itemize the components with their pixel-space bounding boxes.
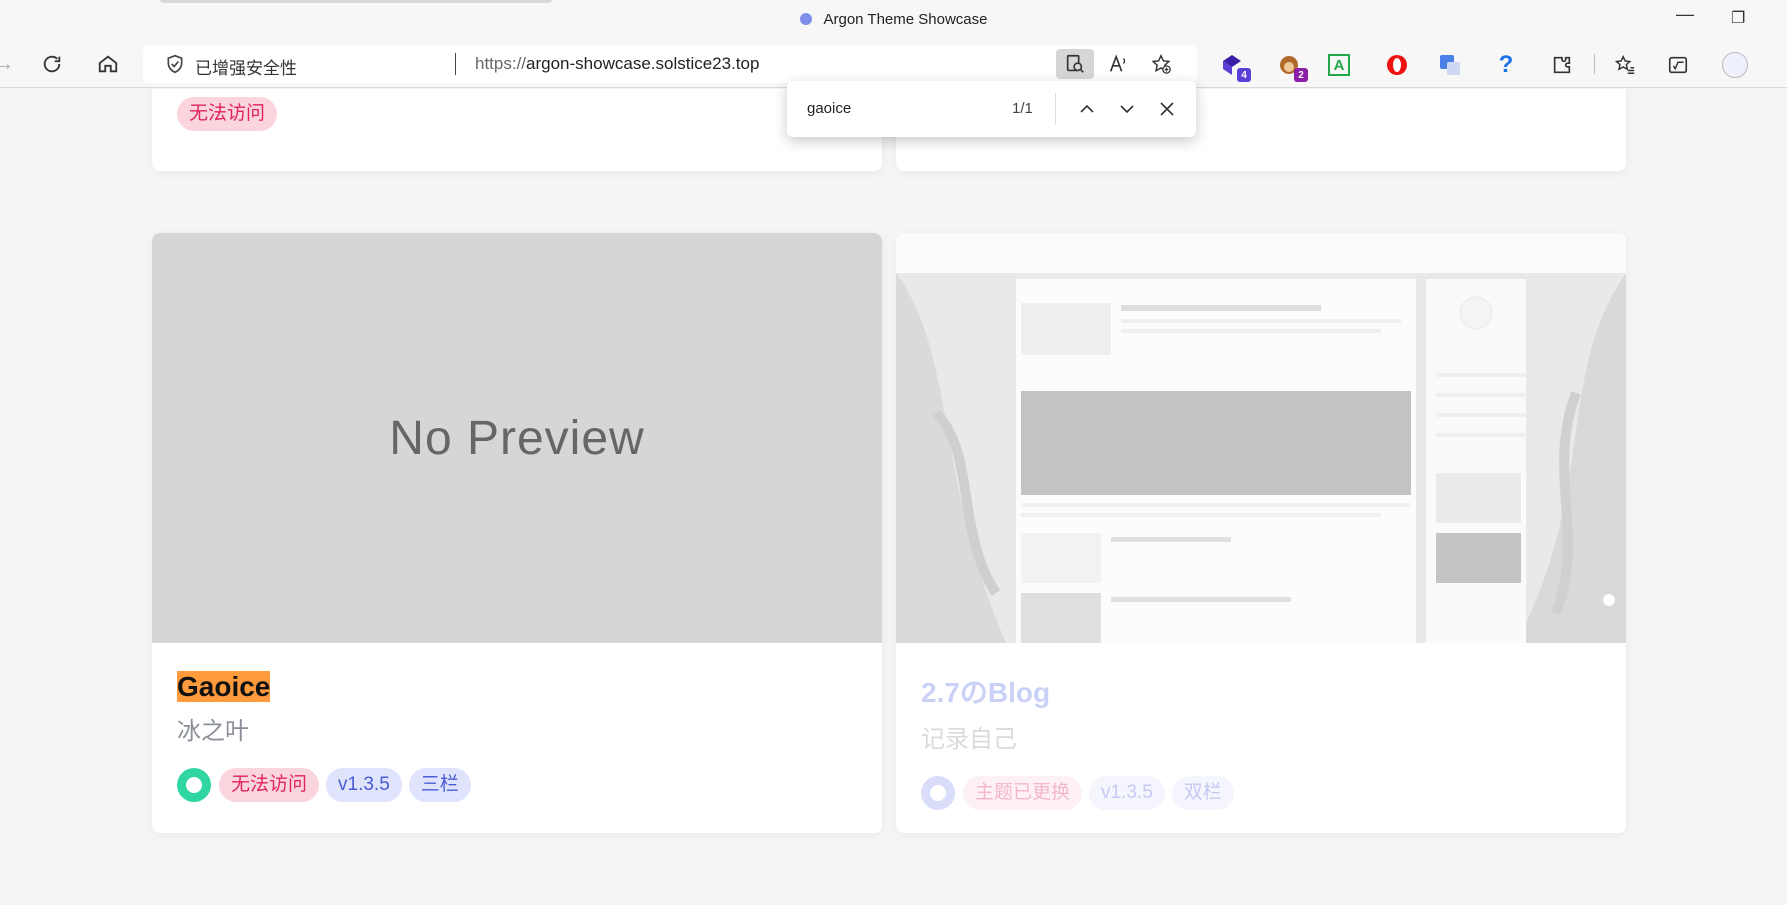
close-icon[interactable] — [1153, 95, 1181, 123]
card-subtitle: 记录自己 — [921, 726, 1017, 753]
status-indicator-icon — [177, 768, 211, 802]
tag-version: v1.3.5 — [326, 768, 402, 802]
window-title: Argon Theme Showcase — [0, 11, 1787, 28]
card-preview-screenshot[interactable] — [896, 233, 1626, 643]
site-favicon-icon — [799, 13, 812, 25]
refresh-icon[interactable] — [40, 52, 64, 76]
toolbar-divider — [1594, 54, 1595, 74]
url-text[interactable]: https://argon-showcase.solstice23.top — [475, 54, 759, 74]
find-previous-chevron-up-icon[interactable] — [1073, 95, 1101, 123]
security-label[interactable]: 已增强安全性 — [195, 54, 297, 79]
tag-layout: 双栏 — [1171, 776, 1234, 810]
card-subtitle: 冰之叶 — [177, 718, 249, 745]
extension-cube-icon[interactable]: 4 — [1219, 52, 1251, 82]
tab-strip-indicator — [160, 0, 552, 3]
card-title[interactable]: Gaoice — [177, 671, 862, 703]
find-on-page-icon[interactable] — [1056, 49, 1094, 79]
status-tag: 无法访问 — [177, 97, 278, 131]
card-tags: 主题已更换 v1.3.5 双栏 — [921, 776, 1606, 810]
add-favorite-icon[interactable] — [1142, 49, 1180, 79]
address-divider — [455, 53, 456, 75]
page-content: 无法访问 No Preview Gaoice 冰之叶 无法访问 v1.3.5 三栏 — [0, 89, 1787, 905]
home-icon[interactable] — [96, 52, 120, 76]
title-bar: Argon Theme Showcase — ❐ — [0, 0, 1787, 40]
showcase-card-top-left[interactable]: 无法访问 — [152, 89, 882, 171]
tag-status: 无法访问 — [219, 768, 320, 802]
extension-monkey-icon[interactable]: 2 — [1276, 52, 1308, 82]
minimize-button[interactable]: — — [1676, 4, 1694, 25]
no-preview-text: No Preview — [389, 411, 645, 465]
card-tags: 无法访问 v1.3.5 三栏 — [177, 768, 862, 802]
card-preview[interactable]: No Preview — [152, 233, 882, 643]
extensions-puzzle-icon[interactable] — [1549, 52, 1575, 78]
read-aloud-icon[interactable] — [1099, 49, 1137, 79]
find-on-page-bar: gaoice 1/1 — [787, 81, 1196, 137]
profile-avatar[interactable] — [1722, 52, 1748, 78]
extension-a-icon[interactable]: A — [1328, 54, 1350, 76]
find-match-count: 1/1 — [1012, 100, 1033, 117]
extension-opera-icon[interactable] — [1384, 52, 1410, 78]
tag-version: v1.3.5 — [1089, 776, 1165, 810]
extension-translate-icon[interactable] — [1437, 52, 1463, 78]
showcase-card-27blog[interactable]: 2.7のBlog 记录自己 主题已更换 v1.3.5 双栏 — [896, 233, 1626, 833]
card-title[interactable]: 2.7のBlog — [921, 671, 1606, 711]
favorites-icon[interactable] — [1612, 52, 1638, 78]
math-solver-icon[interactable] — [1665, 52, 1691, 78]
address-bar[interactable]: 已增强安全性 https://argon-showcase.solstice23… — [143, 45, 1197, 83]
back-arrow-icon[interactable]: → — [0, 52, 16, 76]
status-indicator-icon — [921, 776, 955, 810]
find-input[interactable]: gaoice — [807, 100, 851, 117]
help-icon[interactable]: ? — [1493, 51, 1519, 78]
shield-check-icon[interactable] — [165, 54, 185, 74]
restore-button[interactable]: ❐ — [1731, 8, 1745, 28]
tag-layout: 三栏 — [408, 768, 471, 802]
tag-status: 主题已更换 — [963, 776, 1083, 810]
find-divider — [1055, 93, 1056, 125]
find-next-chevron-down-icon[interactable] — [1113, 95, 1141, 123]
showcase-card-gaoice[interactable]: No Preview Gaoice 冰之叶 无法访问 v1.3.5 三栏 — [152, 233, 882, 833]
